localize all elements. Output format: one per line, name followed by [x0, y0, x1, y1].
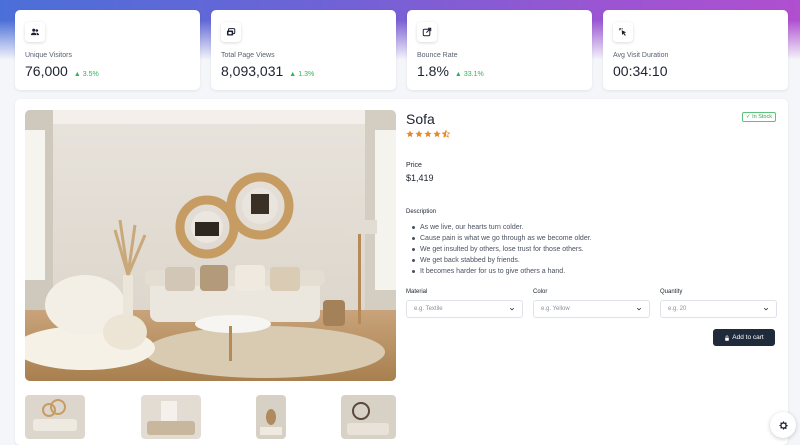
- material-field: Material e.g. Textile: [406, 289, 523, 318]
- list-item: We get back stabbed by friends.: [412, 255, 592, 266]
- star-icon: [424, 130, 432, 138]
- check-icon: ✓: [745, 114, 751, 120]
- quantity-field: Quantity e.g. 20: [660, 289, 777, 318]
- thumbnail-4[interactable]: [341, 395, 396, 439]
- stats-row: Unique Visitors 76,000 ▲ 3.5% Total Page …: [15, 10, 788, 90]
- quantity-select[interactable]: e.g. 20: [660, 300, 777, 318]
- color-select[interactable]: e.g. Yellow: [533, 300, 650, 318]
- material-select[interactable]: e.g. Textile: [406, 300, 523, 318]
- thumbnail-strip: [25, 395, 396, 445]
- stat-label: Bounce Rate: [417, 52, 458, 59]
- gear-icon: [778, 420, 788, 430]
- stock-badge: ✓ In Stock: [741, 112, 776, 122]
- product-main-image[interactable]: [25, 110, 396, 381]
- star-icon: [415, 130, 423, 138]
- price-value: $1,419: [406, 173, 434, 183]
- external-link-icon: [417, 22, 437, 42]
- price-label: Price: [406, 162, 422, 169]
- stat-change: ▲ 3.5%: [73, 71, 99, 78]
- stat-value: 00:34:10: [613, 63, 668, 79]
- thumbnail-3[interactable]: [256, 395, 286, 439]
- product-card: Sofa ✓ In Stock Price $1,419 Description…: [15, 99, 788, 445]
- stat-card-avg-visit-duration: Avg Visit Duration 00:34:10: [603, 10, 788, 90]
- add-to-cart-button[interactable]: Add to cart: [713, 329, 775, 346]
- thumbnail-2[interactable]: [141, 395, 201, 439]
- arrow-up-icon: ▲: [73, 71, 81, 78]
- star-icon: [433, 130, 441, 138]
- stat-label: Total Page Views: [221, 52, 275, 59]
- page-views-icon: [221, 22, 241, 42]
- stat-card-total-page-views: Total Page Views 8,093,031 ▲ 1.3%: [211, 10, 396, 90]
- list-item: As we live, our hearts turn colder.: [412, 222, 592, 233]
- stat-change: ▲ 33.1%: [454, 71, 484, 78]
- description-list: As we live, our hearts turn colder. Caus…: [412, 222, 592, 277]
- list-item: It becomes harder for us to give others …: [412, 266, 592, 277]
- arrow-up-icon: ▲: [454, 71, 462, 78]
- list-item: We get insulted by others, lose trust fo…: [412, 244, 592, 255]
- field-label: Material: [406, 289, 428, 295]
- stat-label: Avg Visit Duration: [613, 52, 669, 59]
- chevron-down-icon: [636, 307, 642, 311]
- star-icon: [406, 130, 414, 138]
- users-icon: [25, 22, 45, 42]
- product-title: Sofa: [406, 111, 435, 127]
- chevron-down-icon: [763, 307, 769, 311]
- field-label: Quantity: [660, 289, 683, 295]
- arrow-up-icon: ▲: [289, 71, 297, 78]
- color-field: Color e.g. Yellow: [533, 289, 650, 318]
- list-item: Cause pain is what we go through as we b…: [412, 233, 592, 244]
- rating-stars: [406, 130, 450, 138]
- field-label: Color: [533, 289, 548, 295]
- chevron-down-icon: [509, 307, 515, 311]
- pointer-click-icon: [613, 22, 633, 42]
- stat-change: ▲ 1.3%: [289, 71, 315, 78]
- description-label: Description: [406, 209, 437, 215]
- thumbnail-1[interactable]: [25, 395, 85, 439]
- stat-label: Unique Visitors: [25, 52, 72, 59]
- settings-button[interactable]: [770, 412, 796, 438]
- stat-value: 8,093,031: [221, 63, 284, 79]
- stat-value: 76,000: [25, 63, 68, 79]
- stat-card-bounce-rate: Bounce Rate 1.8% ▲ 33.1%: [407, 10, 592, 90]
- stat-value: 1.8%: [417, 63, 449, 79]
- lock-icon: [725, 334, 730, 341]
- stat-card-unique-visitors: Unique Visitors 76,000 ▲ 3.5%: [15, 10, 200, 90]
- star-half-icon: [442, 130, 450, 138]
